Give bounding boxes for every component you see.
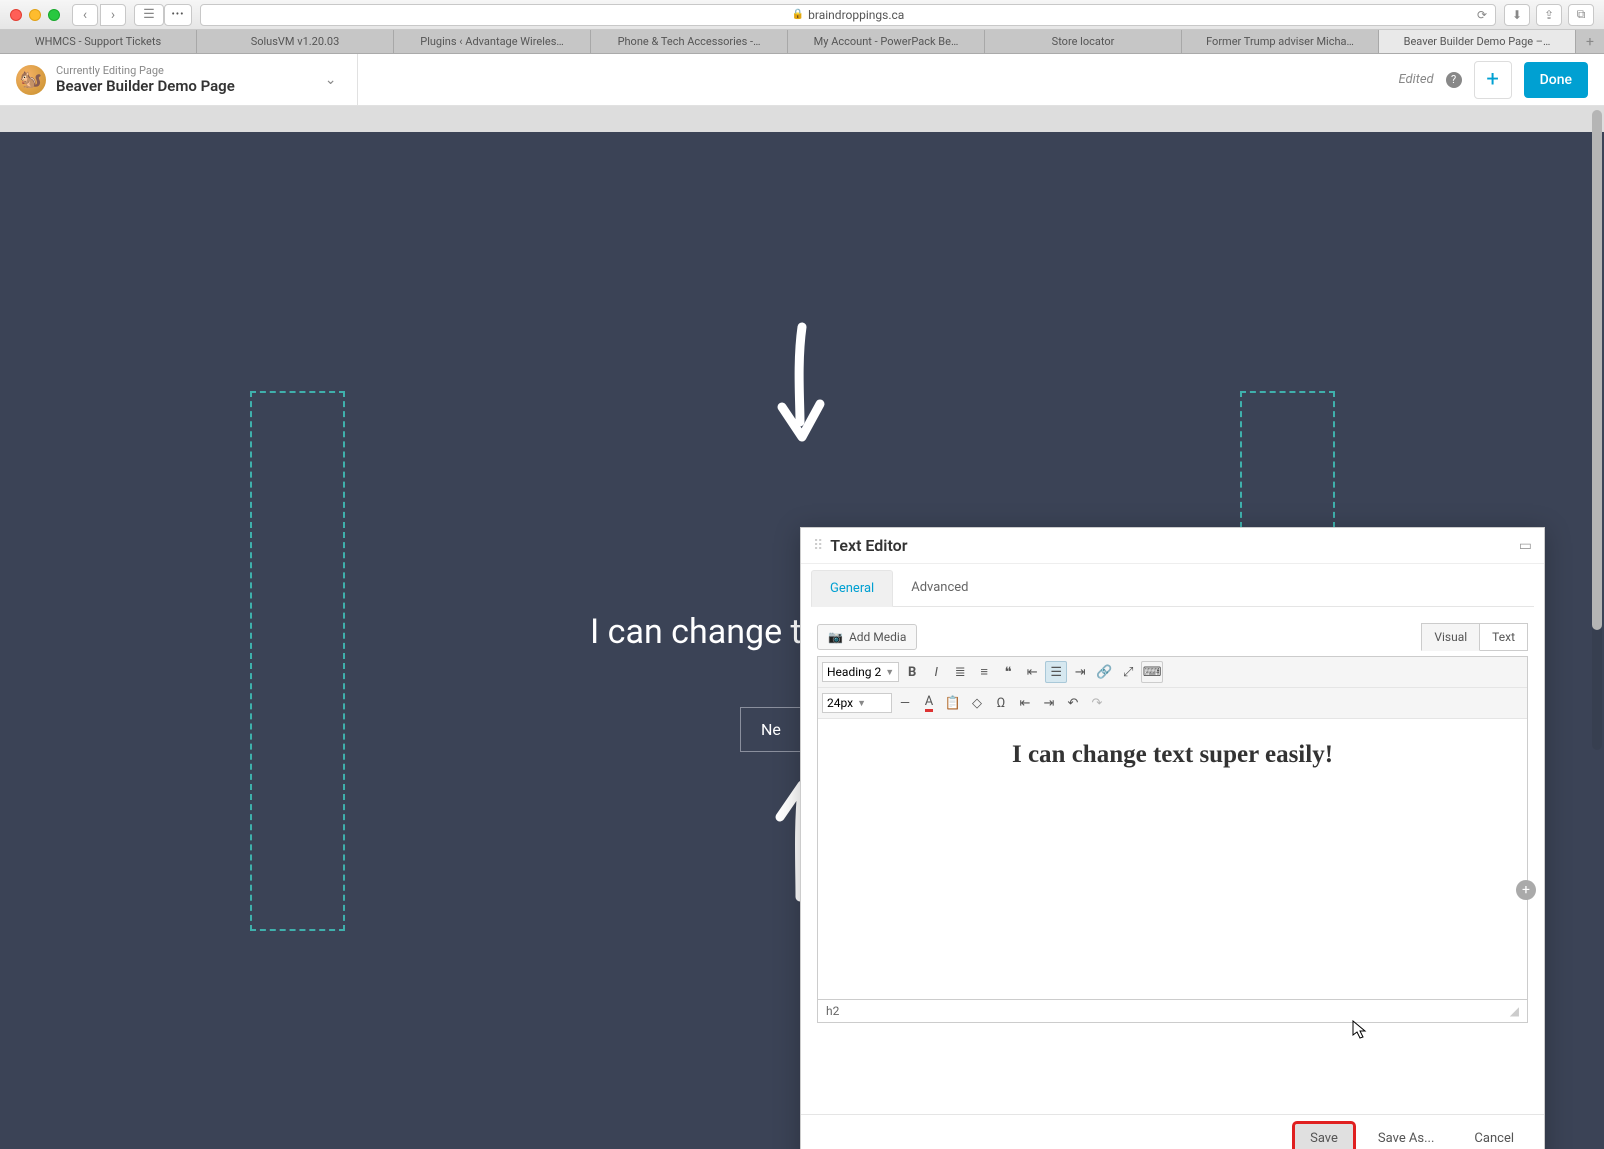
annotation-arrow-down [762, 322, 842, 452]
element-path[interactable]: h2 [826, 1004, 839, 1018]
scrollbar-thumb[interactable] [1592, 110, 1602, 630]
browser-toolbar: ‹ › ☰ ••• 🔒 braindroppings.ca ⟳ ⬇ ⇪ ⧉ [0, 0, 1604, 30]
text-editor-modal: ⠿ Text Editor ▭ General Advanced 📷 Add M… [800, 527, 1545, 1149]
address-bar[interactable]: 🔒 braindroppings.ca ⟳ [200, 4, 1496, 26]
editor-status-bar: h2 ◢ [817, 1000, 1528, 1023]
url-host: braindroppings.ca [808, 8, 904, 22]
page-title-block[interactable]: Currently Editing Page Beaver Builder De… [56, 64, 235, 95]
italic-button[interactable]: I [925, 661, 947, 683]
reload-icon[interactable]: ⟳ [1477, 8, 1487, 22]
align-center-button[interactable]: ☰ [1045, 661, 1067, 683]
downloads-button[interactable]: ⬇ [1504, 4, 1530, 26]
window-controls [10, 9, 60, 21]
align-right-button[interactable]: ⇥ [1069, 661, 1091, 683]
new-tab-button[interactable]: + [1576, 30, 1604, 53]
indent-button[interactable]: ⇥ [1038, 692, 1060, 714]
paste-text-button[interactable]: 📋 [942, 692, 964, 714]
tabs-overview-button[interactable]: ⧉ [1568, 4, 1594, 26]
bullet-list-button[interactable]: ≣ [949, 661, 971, 683]
page-canvas[interactable]: I can change te Ne ⠿ Text Editor ▭ Gener… [0, 132, 1604, 1149]
save-button[interactable]: Save [1294, 1123, 1354, 1149]
modal-body: 📷 Add Media Visual Text Heading 2▼ B I ≣… [801, 607, 1544, 1114]
add-content-button[interactable]: + [1474, 61, 1512, 99]
strikethrough-button[interactable]: ― [894, 692, 916, 714]
browser-right-controls: ⬇ ⇪ ⧉ [1504, 4, 1594, 26]
sidebar-toggle-button[interactable]: ☰ [134, 4, 164, 26]
tab-advanced[interactable]: Advanced [893, 570, 986, 606]
tab-general[interactable]: General [811, 570, 893, 607]
heading-module-preview[interactable]: I can change te [590, 612, 820, 652]
special-char-button[interactable]: Ω [990, 692, 1012, 714]
numbered-list-button[interactable]: ≡ [973, 661, 995, 683]
minimize-window-button[interactable] [29, 9, 41, 21]
browser-tab[interactable]: Former Trump adviser Micha… [1182, 30, 1379, 53]
link-button[interactable]: 🔗 [1093, 661, 1115, 683]
beaver-builder-header: 🐿️ Currently Editing Page Beaver Builder… [0, 54, 1604, 106]
align-left-button[interactable]: ⇤ [1021, 661, 1043, 683]
maximize-modal-icon[interactable]: ▭ [1519, 538, 1532, 554]
visual-tab[interactable]: Visual [1421, 623, 1480, 651]
forward-button[interactable]: › [100, 4, 126, 26]
lock-icon: 🔒 [792, 9, 804, 20]
editing-subtitle: Currently Editing Page [56, 64, 235, 77]
button-module-preview[interactable]: Ne [740, 707, 802, 752]
browser-tab[interactable]: WHMCS - Support Tickets [0, 30, 197, 53]
blockquote-button[interactable]: ❝ [997, 661, 1019, 683]
divider [357, 54, 358, 106]
browser-tab[interactable]: SolusVM v1.20.03 [197, 30, 394, 53]
fontsize-select[interactable]: 24px▼ [822, 693, 892, 713]
admin-bar-spacer [0, 106, 1604, 132]
browser-tab[interactable]: My Account - PowerPack Be… [788, 30, 985, 53]
add-media-button[interactable]: 📷 Add Media [817, 624, 917, 650]
beaver-builder-logo-icon[interactable]: 🐿️ [16, 65, 46, 95]
vertical-scrollbar[interactable] [1592, 110, 1602, 750]
camera-icon: 📷 [828, 630, 843, 644]
share-button[interactable]: ⇪ [1536, 4, 1562, 26]
modal-title: Text Editor [830, 536, 907, 555]
text-tab[interactable]: Text [1480, 623, 1528, 651]
help-icon[interactable]: ? [1446, 72, 1462, 88]
maximize-window-button[interactable] [48, 9, 60, 21]
modal-header[interactable]: ⠿ Text Editor ▭ [801, 528, 1544, 564]
close-window-button[interactable] [10, 9, 22, 21]
browser-tab[interactable]: Phone & Tech Accessories -… [591, 30, 788, 53]
text-color-button[interactable]: A [918, 692, 940, 714]
extensions-button[interactable]: ••• [164, 4, 192, 26]
tinymce-toolbar: Heading 2▼ B I ≣ ≡ ❝ ⇤ ☰ ⇥ 🔗 ⤢ ⌨ 24px▼ ― [817, 656, 1528, 1000]
clear-formatting-button[interactable]: ◇ [966, 692, 988, 714]
modal-footer: Save Save As... Cancel [801, 1114, 1544, 1149]
browser-tab-active[interactable]: Beaver Builder Demo Page –… [1379, 30, 1576, 53]
back-button[interactable]: ‹ [72, 4, 98, 26]
page-title: Beaver Builder Demo Page [56, 77, 235, 95]
edited-status: Edited [1398, 72, 1433, 87]
chevron-down-icon[interactable]: ⌄ [325, 72, 337, 88]
fullscreen-button[interactable]: ⤢ [1117, 661, 1139, 683]
cancel-button[interactable]: Cancel [1458, 1123, 1530, 1149]
bold-button[interactable]: B [901, 661, 923, 683]
editor-content-area[interactable]: I can change text super easily! [818, 719, 1527, 999]
browser-tab-bar: WHMCS - Support Tickets SolusVM v1.20.03… [0, 30, 1604, 54]
outdent-button[interactable]: ⇤ [1014, 692, 1036, 714]
add-after-module-button[interactable]: + [1516, 880, 1536, 900]
drag-grip-icon[interactable]: ⠿ [813, 542, 822, 550]
browser-tab[interactable]: Store locator [985, 30, 1182, 53]
browser-tab[interactable]: Plugins ‹ Advantage Wireles… [394, 30, 591, 53]
undo-button[interactable]: ↶ [1062, 692, 1084, 714]
redo-button[interactable]: ↷ [1086, 692, 1108, 714]
done-button[interactable]: Done [1524, 62, 1588, 98]
column-outline-left[interactable] [250, 391, 345, 931]
save-as-button[interactable]: Save As... [1362, 1123, 1451, 1149]
toolbar-toggle-button[interactable]: ⌨ [1141, 661, 1163, 683]
editor-text[interactable]: I can change text super easily! [840, 741, 1505, 769]
format-select[interactable]: Heading 2▼ [822, 662, 899, 682]
resize-grip-icon[interactable]: ◢ [1510, 1004, 1519, 1018]
modal-tabs: General Advanced [811, 570, 1534, 607]
